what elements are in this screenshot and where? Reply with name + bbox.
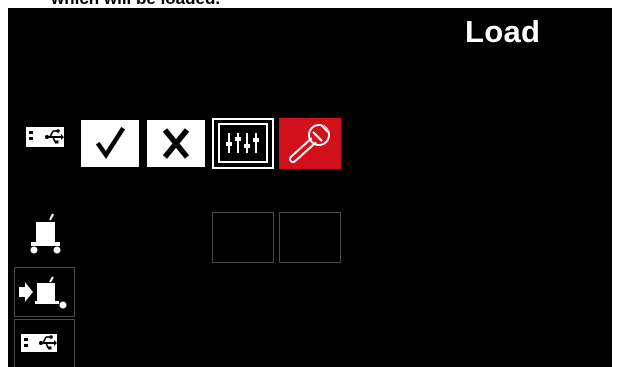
settings-button[interactable]	[212, 118, 274, 169]
caption-fragment: which will be loaded.	[0, 0, 619, 8]
x-icon	[162, 128, 190, 159]
display-screen: Load	[8, 8, 612, 367]
empty-slot-2	[279, 212, 341, 263]
usb-icon	[24, 125, 64, 149]
usb-icon	[21, 334, 57, 352]
sliders-icon	[218, 123, 268, 163]
checkmark-icon	[95, 126, 126, 160]
caption-text: which will be loaded.	[51, 0, 220, 8]
confirm-button[interactable]	[79, 118, 141, 169]
load-from-machine-button[interactable]	[14, 267, 75, 317]
load-from-usb-button[interactable]	[14, 319, 75, 367]
page-title: Load	[465, 14, 541, 49]
tools-button[interactable]	[279, 118, 341, 169]
empty-slot-1	[212, 212, 274, 263]
wrench-icon	[289, 124, 330, 163]
arrow-cart-icon	[19, 276, 67, 309]
cancel-button[interactable]	[145, 118, 207, 169]
cart-icon	[27, 212, 63, 256]
